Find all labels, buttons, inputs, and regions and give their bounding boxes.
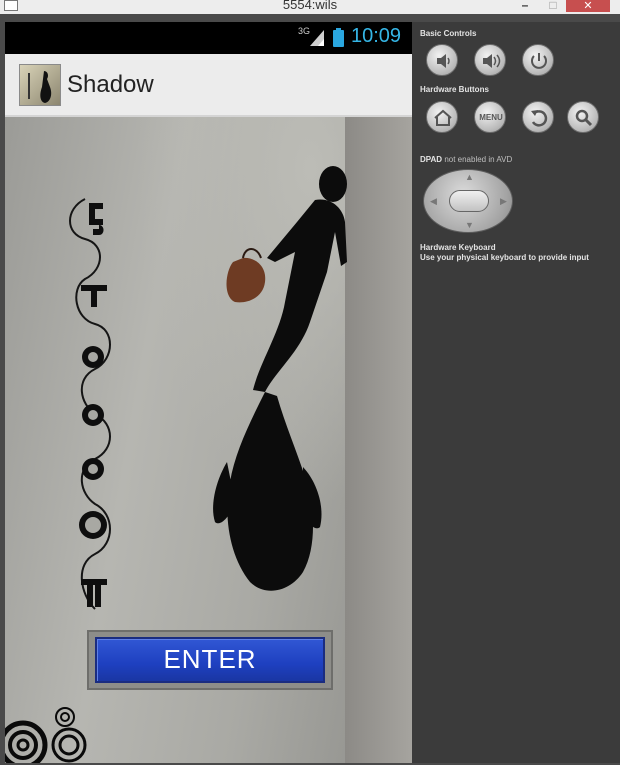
enter-button[interactable]: ENTER xyxy=(95,637,325,683)
enter-button-frame: ENTER xyxy=(87,630,333,690)
search-button[interactable] xyxy=(567,101,599,133)
network-type: 3G xyxy=(298,26,311,36)
battery-icon xyxy=(333,28,344,47)
dpad-note: DPAD not enabled in AVD xyxy=(420,155,512,164)
dpad-down-icon[interactable]: ▼ xyxy=(465,220,474,230)
back-button[interactable] xyxy=(522,101,554,133)
volume-down-icon xyxy=(437,54,450,68)
app-title: Shadow xyxy=(67,71,154,98)
volume-up-button[interactable] xyxy=(474,44,506,76)
hardware-keyboard-info: Hardware Keyboard Use your physical keyb… xyxy=(420,243,589,263)
menu-button-label: MENU xyxy=(479,113,503,122)
basic-controls-label: Basic Controls xyxy=(420,29,477,38)
dpad-center-button[interactable] xyxy=(449,190,489,212)
dpad-status: not enabled in AVD xyxy=(444,155,513,164)
dpad-label: DPAD xyxy=(420,155,443,164)
shadow-silhouette-image xyxy=(213,166,347,591)
minimize-button[interactable]: – xyxy=(516,0,534,12)
menu-button[interactable]: MENU xyxy=(474,101,506,133)
status-clock: 10:09 xyxy=(351,25,402,47)
emulator-controls-panel: Basic Controls Hardware Buttons MENU DPA… xyxy=(412,22,620,763)
emulator-frame: 3G 10:09 Shadow ENTER Basic Controls Har… xyxy=(0,14,620,765)
hardware-keyboard-title: Hardware Keyboard xyxy=(420,243,496,252)
decorative-ethiopic-title-icon xyxy=(69,198,111,610)
volume-down-button[interactable] xyxy=(426,44,458,76)
window-titlebar: 5554:wils – □ ✕ xyxy=(0,0,620,14)
action-bar: Shadow xyxy=(5,54,412,117)
splash-content: ENTER xyxy=(5,117,412,763)
power-button[interactable] xyxy=(522,44,554,76)
dpad-left-icon[interactable]: ◀ xyxy=(430,196,437,207)
decorative-circles-icon xyxy=(5,707,87,763)
home-icon xyxy=(434,109,452,126)
wall-texture xyxy=(345,117,412,763)
hardware-buttons-label: Hardware Buttons xyxy=(420,85,489,94)
device-screen: 3G 10:09 Shadow ENTER xyxy=(5,22,412,763)
shadow-app-icon[interactable] xyxy=(19,64,61,106)
hardware-keyboard-desc: Use your physical keyboard to provide in… xyxy=(420,253,589,262)
power-icon xyxy=(531,53,547,69)
maximize-button[interactable]: □ xyxy=(545,0,561,12)
dpad-right-icon[interactable]: ▶ xyxy=(500,196,507,207)
close-button[interactable]: ✕ xyxy=(566,0,610,12)
home-button[interactable] xyxy=(426,101,458,133)
back-icon xyxy=(531,110,548,127)
search-icon xyxy=(575,109,593,127)
dpad-up-icon[interactable]: ▲ xyxy=(465,172,474,182)
dpad-control[interactable]: ▲ ▼ ◀ ▶ xyxy=(423,169,513,233)
volume-up-icon xyxy=(483,54,501,68)
signal-icon xyxy=(310,30,324,46)
status-bar: 3G 10:09 xyxy=(5,22,412,54)
